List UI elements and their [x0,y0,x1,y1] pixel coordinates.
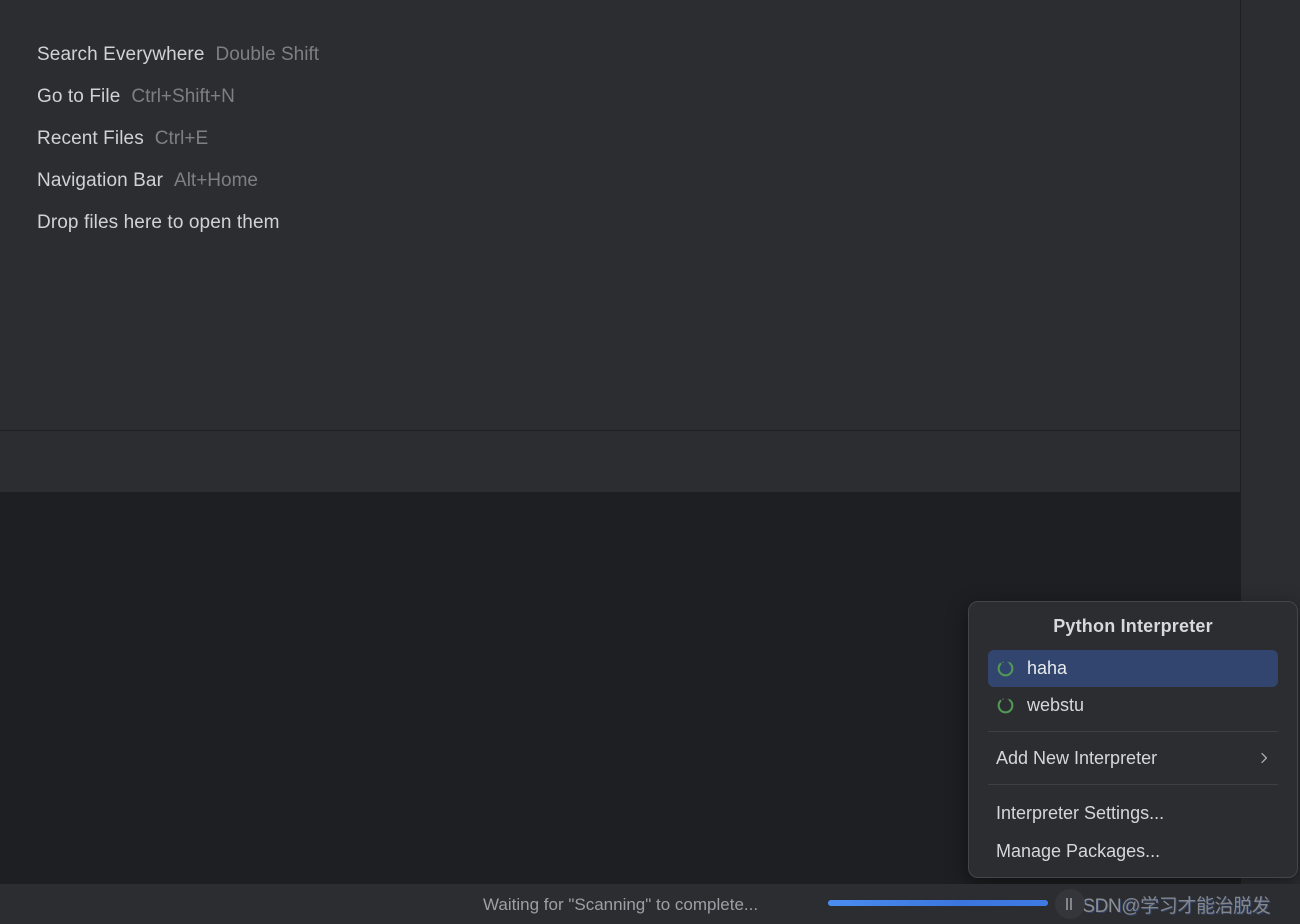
status-progress-fill [828,900,1048,906]
status-progress-bar [828,900,1048,906]
python-interpreter-popup: Python Interpreter haha webstu Add New I [968,601,1298,878]
add-new-interpreter-item[interactable]: Add New Interpreter [988,739,1278,777]
manage-packages-label: Manage Packages... [996,840,1161,861]
hint-shortcut-label: Ctrl+Shift+N [131,86,235,107]
chevron-right-icon [1258,752,1270,764]
hint-action-label: Navigation Bar [37,170,164,191]
hint-shortcut-label: Alt+Home [174,170,258,191]
editor-hint-navigation-bar[interactable]: Navigation Bar Alt+Home [37,170,319,194]
manage-packages-item[interactable]: Manage Packages... [988,832,1278,870]
pycharm-window: Search Everywhere Double Shift Go to Fil… [0,0,1300,924]
editor-hint-recent-files[interactable]: Recent Files Ctrl+E [37,128,319,152]
hint-action-label: Recent Files [37,128,144,149]
hint-shortcut-label: Ctrl+E [154,128,209,149]
status-bar: Waiting for "Scanning" to complete... [0,884,1300,924]
editor-hint-list: Search Everywhere Double Shift Go to Fil… [37,44,319,236]
popup-action-list: Interpreter Settings... Manage Packages.… [969,792,1297,870]
editor-hint-search-everywhere[interactable]: Search Everywhere Double Shift [37,44,319,68]
popup-separator [988,784,1278,785]
interpreter-settings-label: Interpreter Settings... [996,802,1165,823]
editor-empty-state: Search Everywhere Double Shift Go to Fil… [0,0,1241,430]
add-new-interpreter-label: Add New Interpreter [996,747,1158,768]
interpreter-settings-item[interactable]: Interpreter Settings... [988,794,1278,832]
popup-title: Python Interpreter [1053,615,1213,636]
hint-action-label: Search Everywhere [37,44,205,65]
status-progress-text: Waiting for "Scanning" to complete... [483,895,759,914]
python-env-icon [996,659,1015,678]
editor-hint-go-to-file[interactable]: Go to File Ctrl+Shift+N [37,86,319,110]
popup-separator [988,731,1278,732]
tool-window-strip [0,431,1241,492]
interpreter-item-label: haha [1027,658,1068,678]
interpreter-item-haha[interactable]: haha [988,650,1278,687]
python-env-icon [996,696,1015,715]
hint-action-label: Go to File [37,86,121,107]
interpreter-item-label: webstu [1027,695,1085,715]
editor-hint-drop-files: Drop files here to open them [37,212,319,236]
interpreter-item-webstu[interactable]: webstu [988,687,1278,724]
hint-action-label: Drop files here to open them [37,212,280,233]
hint-shortcut-label: Double Shift [215,44,320,65]
